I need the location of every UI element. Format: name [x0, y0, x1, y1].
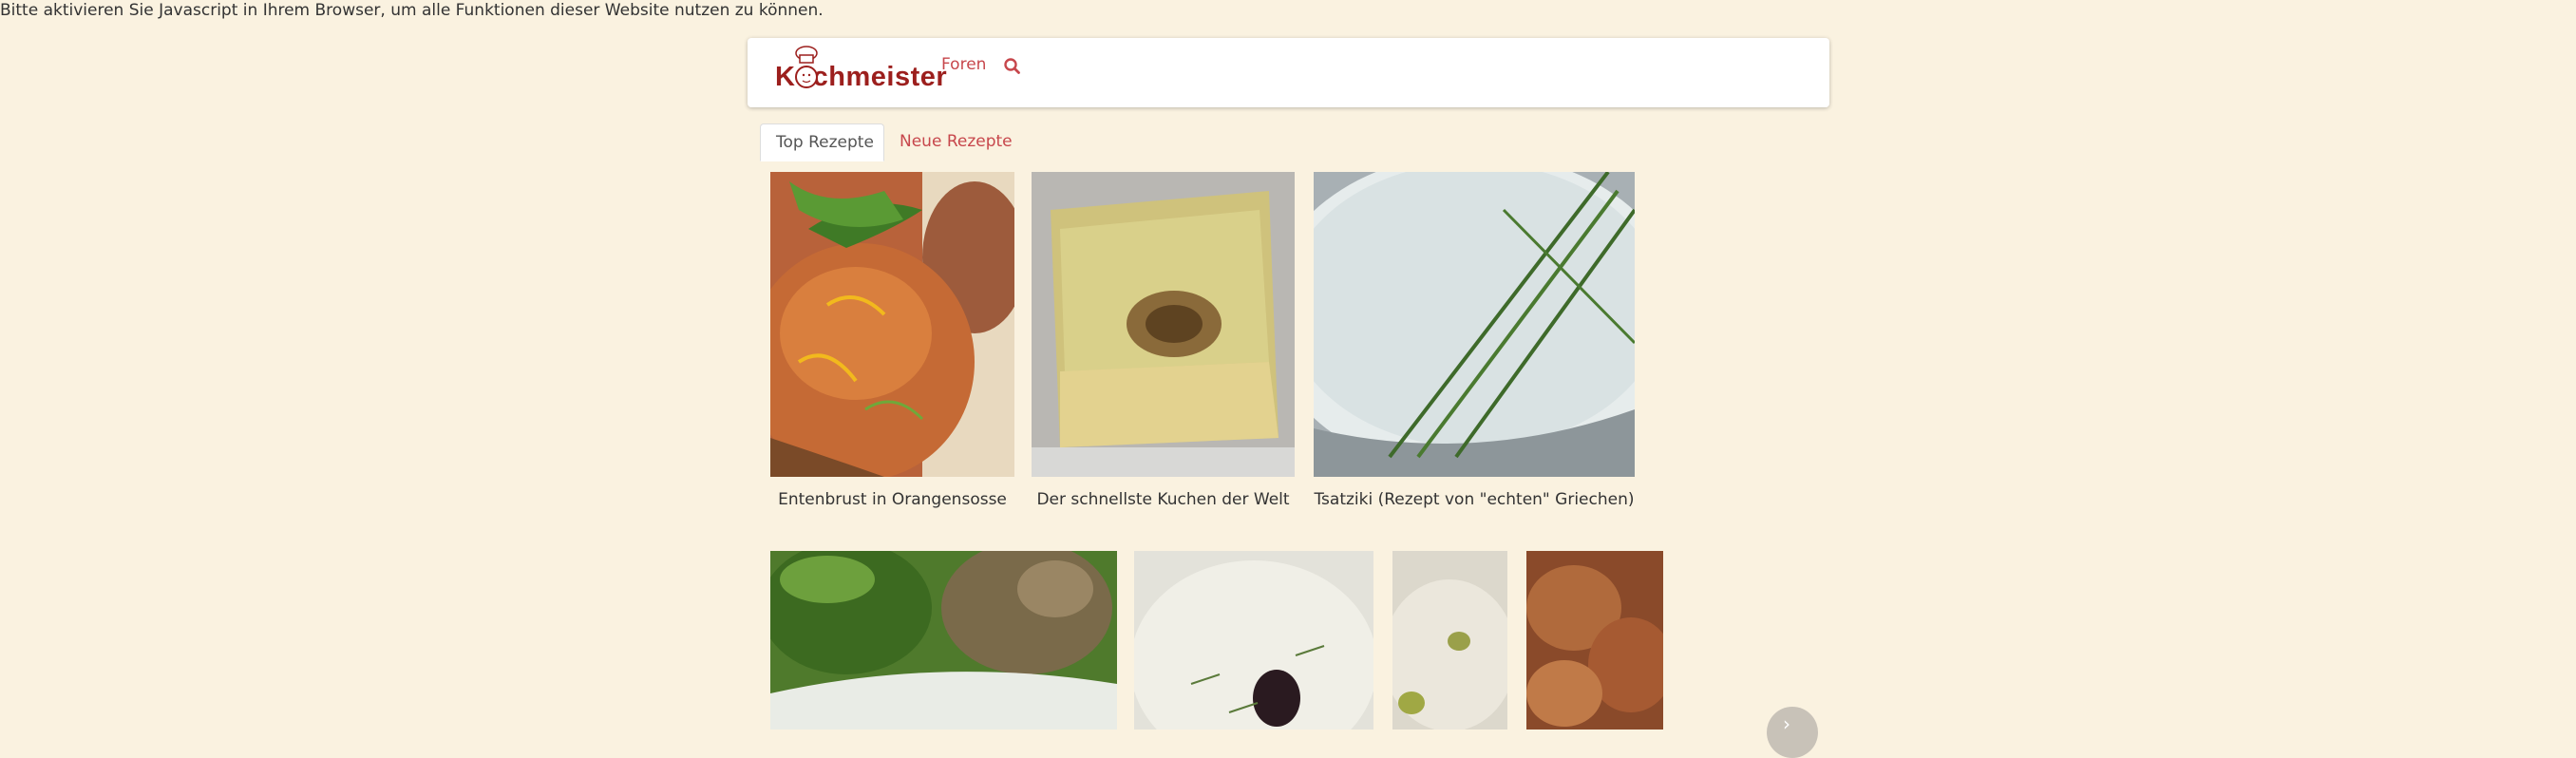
recipe-image[interactable]: [1314, 172, 1635, 477]
recipe-thumbnail[interactable]: [1526, 551, 1663, 730]
recipe-image[interactable]: [1032, 172, 1295, 477]
search-icon[interactable]: [1003, 57, 1022, 76]
recipe-image[interactable]: [770, 172, 1014, 477]
top-navbar: Kochmeister Foren: [748, 38, 1829, 107]
recipe-card-kuchen[interactable]: Der schnellste Kuchen der Welt: [1032, 172, 1295, 514]
recipe-title[interactable]: Entenbrust in Orangensosse: [770, 490, 1014, 509]
recipe-title[interactable]: Tsatziki (Rezept von "echten" Griechen): [1314, 490, 1635, 509]
recipe-card-tsatziki[interactable]: Tsatziki (Rezept von "echten" Griechen): [1314, 172, 1635, 514]
nav-link-foren[interactable]: Foren: [941, 55, 986, 74]
recipe-thumbnail[interactable]: [770, 551, 1117, 730]
chef-hat-icon: [795, 46, 818, 88]
recipe-thumbnail[interactable]: [1134, 551, 1373, 730]
tab-top-rezepte[interactable]: Top Rezepte: [760, 123, 884, 161]
carousel-next-button[interactable]: ›: [1767, 707, 1818, 758]
recipe-title[interactable]: Der schnellste Kuchen der Welt: [1032, 490, 1295, 509]
site-logo[interactable]: Kochmeister: [775, 44, 947, 97]
javascript-notice: Bitte aktivieren Sie Javascript in Ihrem…: [0, 1, 824, 20]
recipe-card-entenbrust[interactable]: Entenbrust in Orangensosse: [770, 172, 1014, 514]
chevron-right-icon: ›: [1783, 712, 1790, 735]
recipe-thumbnail[interactable]: [1392, 551, 1507, 730]
tab-neue-rezepte[interactable]: Neue Rezepte: [884, 123, 1028, 161]
